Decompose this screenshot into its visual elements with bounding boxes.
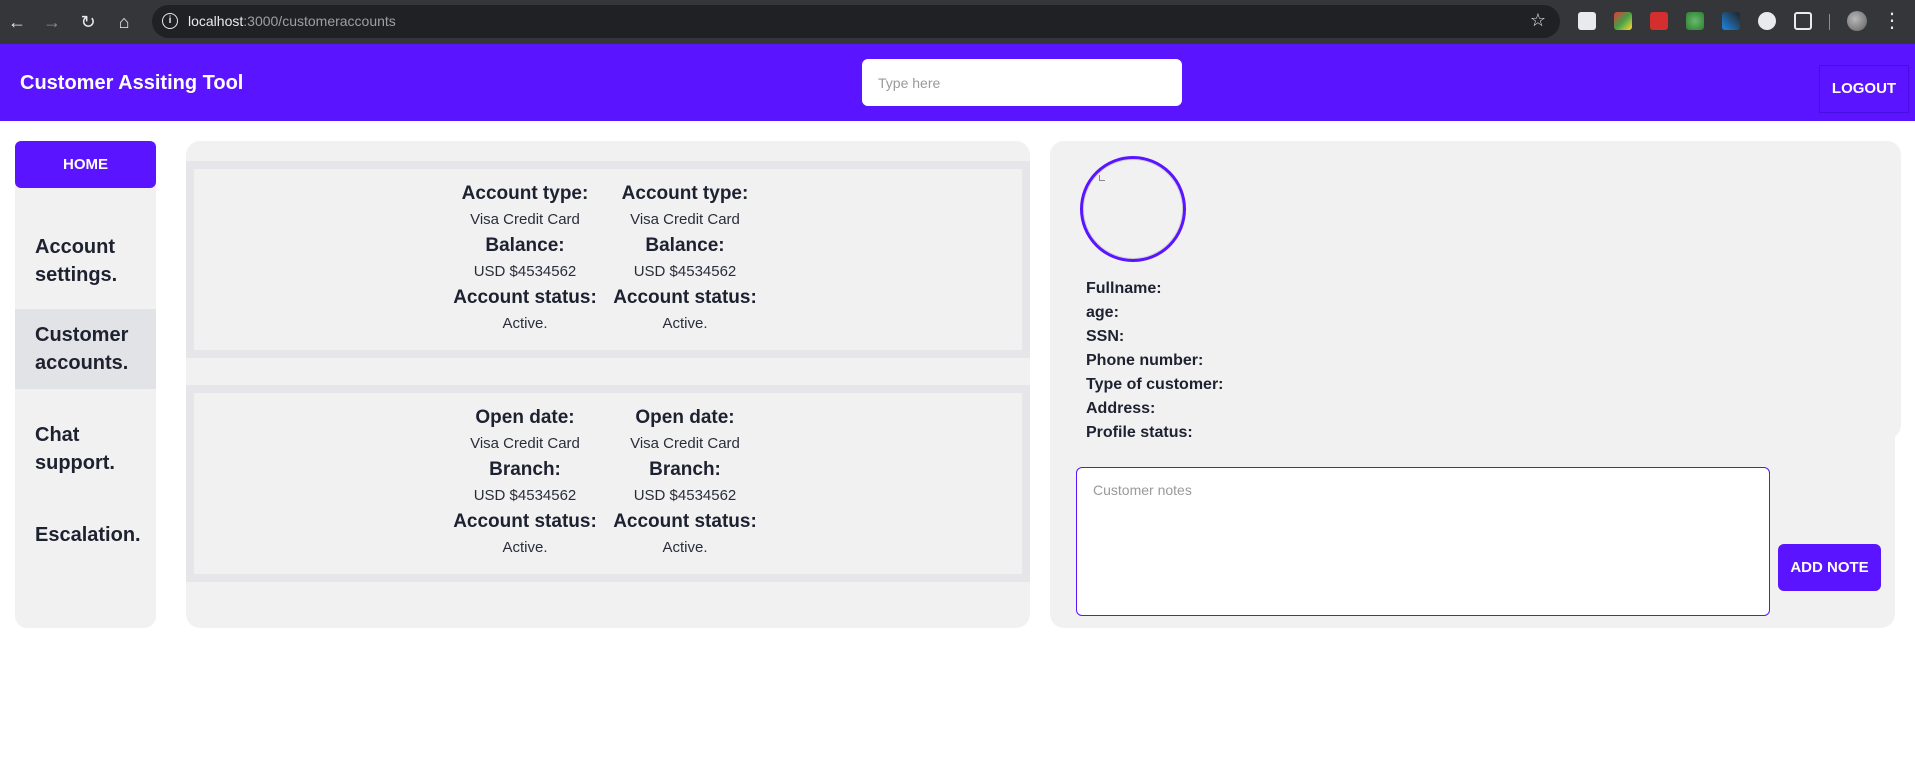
profile-status-label: Profile status:	[1086, 424, 1193, 441]
url-host: localhost	[188, 13, 244, 29]
age-label: age:	[1086, 304, 1119, 321]
open-date-value: Visa Credit Card	[630, 435, 740, 452]
bookmark-star-icon[interactable]: ☆	[1530, 10, 1546, 31]
circle-extension-icon[interactable]	[1758, 12, 1776, 30]
balance-label: Balance:	[485, 235, 565, 256]
address-bar[interactable]: i localhost:3000/customeraccounts ☆	[152, 5, 1560, 38]
account-status-value: Active.	[662, 539, 708, 556]
app-header: Customer Assiting Tool LOGOUT	[0, 44, 1915, 121]
account-status-label: Account status:	[453, 287, 597, 308]
account-column: Open date: Visa Credit Card Branch: USD …	[610, 405, 760, 561]
avatar	[1080, 156, 1186, 262]
reload-icon[interactable]: ↻	[76, 10, 100, 34]
customer-notes-textarea[interactable]	[1076, 467, 1770, 616]
balance-label: Balance:	[645, 235, 725, 256]
account-type-value: Visa Credit Card	[470, 211, 580, 228]
sidebar-item-escalation[interactable]: Escalation.	[15, 509, 156, 559]
sidebar: HOME Account settings. Customer accounts…	[15, 141, 156, 628]
fullname-label: Fullname:	[1086, 280, 1162, 297]
profile-card: Fullname: age: SSN: Phone number: Type o…	[1050, 141, 1901, 441]
account-card: Open date: Visa Credit Card Branch: USD …	[186, 385, 1030, 582]
customer-profile-panel: Fullname: age: SSN: Phone number: Type o…	[1050, 141, 1901, 628]
account-status-value: Active.	[502, 539, 548, 556]
browser-toolbar: ← → ↻ ⌂ i localhost:3000/customeraccount…	[0, 0, 1915, 44]
profile-avatar-icon[interactable]	[1847, 11, 1867, 31]
home-button[interactable]: HOME	[15, 141, 156, 188]
branch-value: USD $4534562	[473, 487, 577, 504]
home-icon[interactable]: ⌂	[112, 10, 136, 34]
puzzle-extensions-icon[interactable]	[1794, 12, 1812, 30]
forward-icon[interactable]: →	[40, 10, 64, 34]
customer-type-label: Type of customer:	[1086, 376, 1224, 393]
account-status-value: Active.	[502, 315, 548, 332]
account-type-value: Visa Credit Card	[630, 211, 740, 228]
account-card-body: Account type: Visa Credit Card Balance: …	[194, 169, 1022, 350]
url-text[interactable]: localhost:3000/customeraccounts	[188, 13, 396, 29]
eyedropper-extension-icon[interactable]	[1722, 12, 1740, 30]
broken-image-icon	[1099, 175, 1105, 181]
account-type-label: Account type:	[621, 183, 749, 204]
account-card-body: Open date: Visa Credit Card Branch: USD …	[194, 393, 1022, 574]
ssn-label: SSN:	[1086, 328, 1125, 345]
branch-label: Branch:	[489, 459, 561, 480]
account-card: Account type: Visa Credit Card Balance: …	[186, 161, 1030, 358]
account-type-label: Account type:	[461, 183, 589, 204]
color-extension-icon[interactable]	[1614, 12, 1632, 30]
phone-number-label: Phone number:	[1086, 352, 1204, 369]
site-info-icon[interactable]: i	[162, 13, 178, 29]
account-column: Account type: Visa Credit Card Balance: …	[610, 181, 760, 337]
back-icon[interactable]: ←	[5, 10, 29, 34]
sidebar-item-chat-support[interactable]: Chat support.	[15, 409, 156, 489]
add-note-button[interactable]: ADD NOTE	[1778, 544, 1881, 591]
sidebar-item-account-settings[interactable]: Account settings.	[15, 221, 156, 301]
sidebar-item-customer-accounts[interactable]: Customer accounts.	[15, 309, 156, 389]
search-input[interactable]	[862, 59, 1182, 106]
address-label: Address:	[1086, 400, 1156, 417]
logout-button[interactable]: LOGOUT	[1819, 65, 1909, 113]
account-column: Account type: Visa Credit Card Balance: …	[450, 181, 600, 337]
red-extension-icon[interactable]	[1650, 12, 1668, 30]
account-status-label: Account status:	[613, 511, 757, 532]
branch-label: Branch:	[649, 459, 721, 480]
open-date-label: Open date:	[475, 407, 575, 428]
balance-value: USD $4534562	[633, 263, 737, 280]
account-status-value: Active.	[662, 315, 708, 332]
url-path: :3000/customeraccounts	[243, 13, 396, 29]
qr-extension-icon[interactable]	[1578, 12, 1596, 30]
account-status-label: Account status:	[613, 287, 757, 308]
toolbar-divider	[1829, 14, 1830, 30]
app-title: Customer Assiting Tool	[20, 72, 244, 94]
accounts-panel: Account type: Visa Credit Card Balance: …	[186, 141, 1030, 628]
open-date-label: Open date:	[635, 407, 735, 428]
balance-value: USD $4534562	[473, 263, 577, 280]
account-column: Open date: Visa Credit Card Branch: USD …	[450, 405, 600, 561]
open-date-value: Visa Credit Card	[470, 435, 580, 452]
tree-extension-icon[interactable]	[1686, 12, 1704, 30]
branch-value: USD $4534562	[633, 487, 737, 504]
account-status-label: Account status:	[453, 511, 597, 532]
browser-menu-icon[interactable]: ⋮	[1882, 8, 1902, 33]
